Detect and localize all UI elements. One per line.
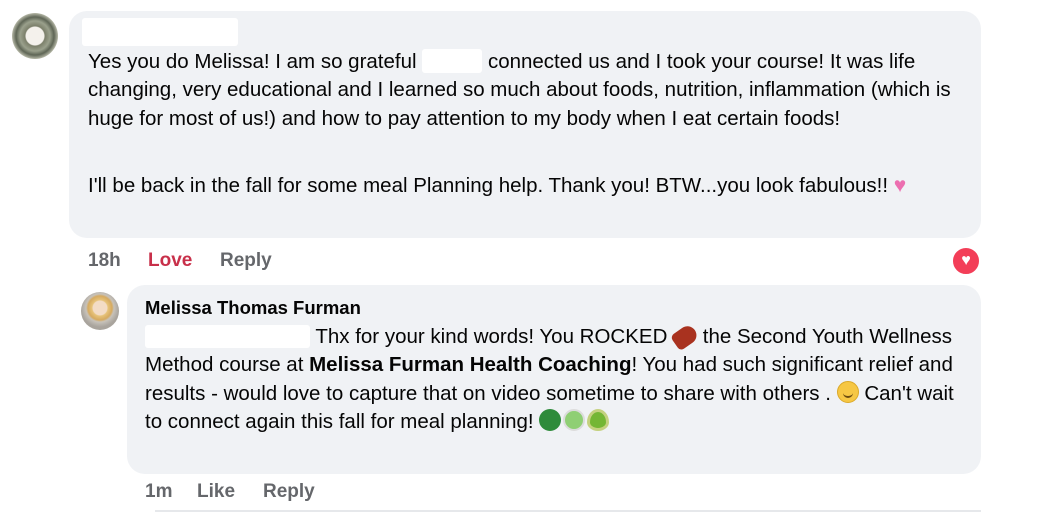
reply-button[interactable]: Reply	[220, 250, 272, 272]
love-button[interactable]: Love	[148, 250, 192, 272]
comment-paragraph: Yes you do Melissa! I am so grateful con…	[88, 49, 957, 130]
salad-icon	[563, 408, 586, 431]
author-name[interactable]: Melissa Thomas Furman	[145, 297, 361, 319]
redacted-name	[82, 18, 238, 46]
reply-button[interactable]: Reply	[263, 481, 315, 503]
redacted-mention	[145, 325, 310, 348]
guitar-icon	[670, 322, 701, 352]
commenter-avatar[interactable]	[12, 13, 58, 59]
like-button[interactable]: Like	[197, 481, 235, 503]
pink-heart-icon: ♥	[893, 174, 907, 197]
broccoli-icon	[539, 408, 562, 431]
redacted-text	[422, 49, 483, 73]
avocado-icon	[587, 408, 610, 431]
comment-paragraph: I'll be back in the fall for some meal P…	[88, 174, 907, 197]
love-reaction-icon[interactable]: ♥	[951, 246, 981, 276]
comment-time[interactable]: 18h	[88, 250, 121, 272]
smile-icon	[836, 380, 859, 403]
reply-time[interactable]: 1m	[145, 481, 172, 503]
author-avatar[interactable]	[81, 292, 119, 330]
reply-text: Thx for your kind words! You ROCKED the …	[145, 322, 975, 436]
